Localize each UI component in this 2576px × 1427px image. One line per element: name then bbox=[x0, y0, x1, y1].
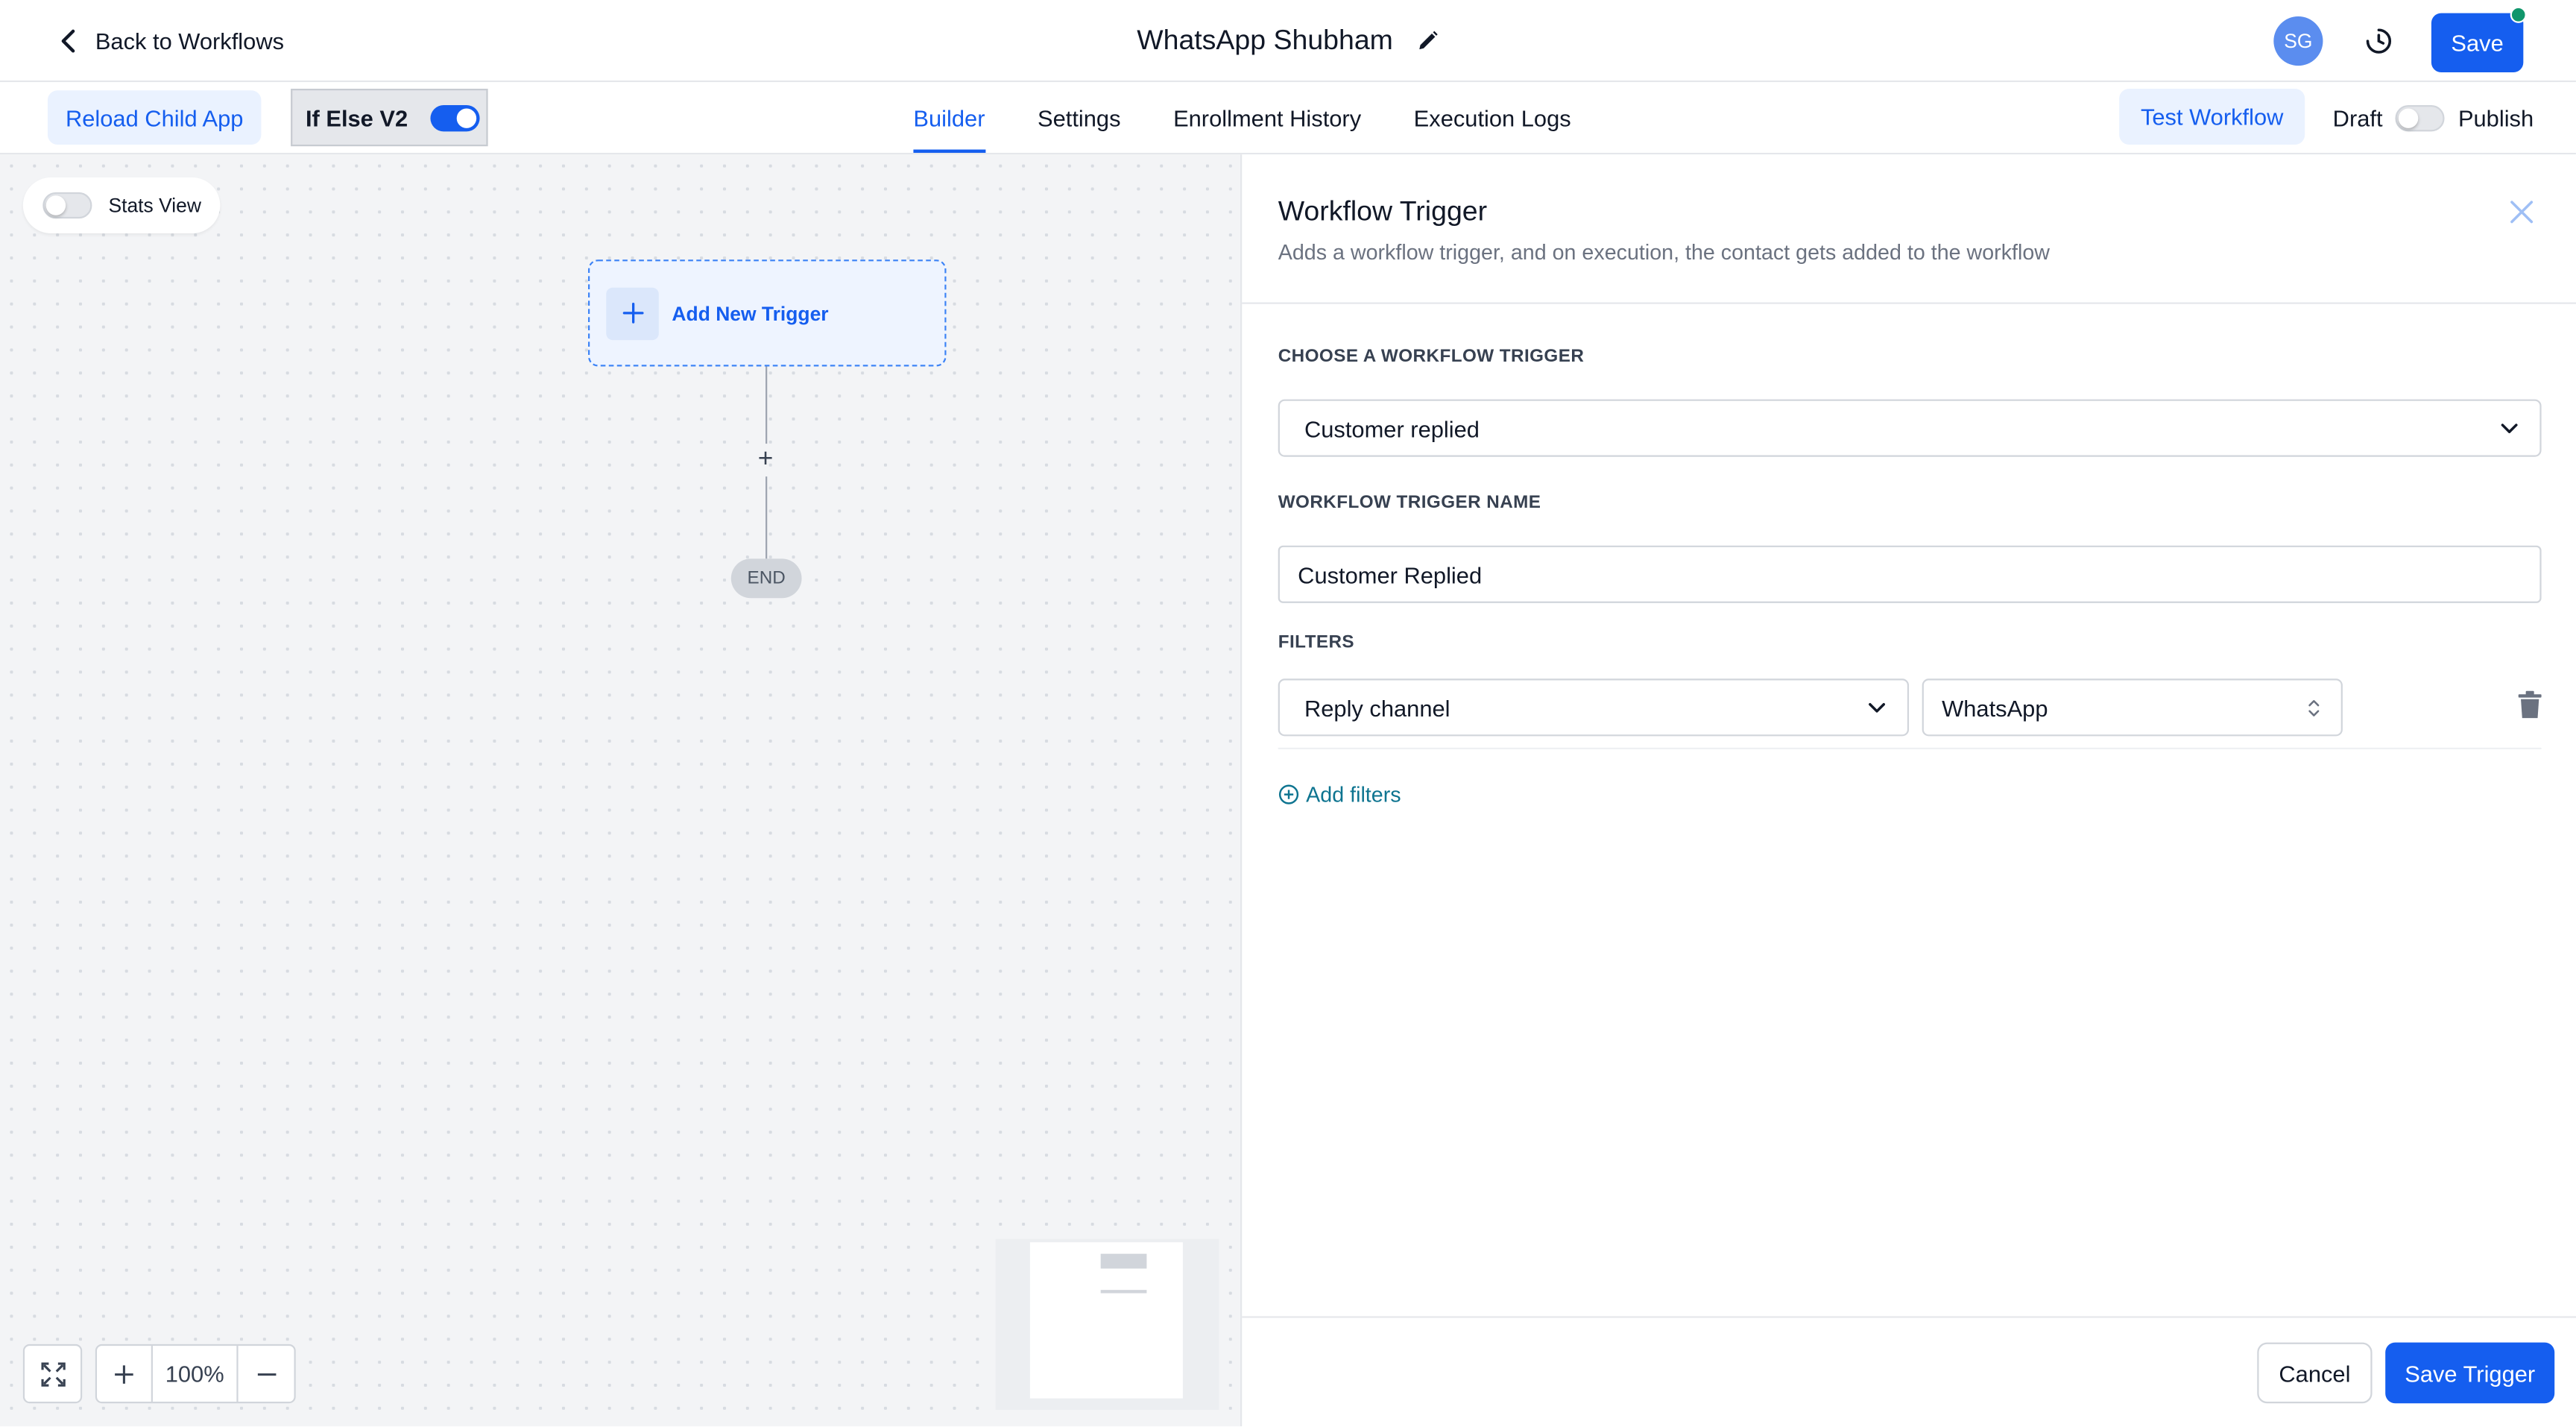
panel-footer: Cancel Save Trigger bbox=[1242, 1316, 2576, 1426]
end-node: END bbox=[730, 558, 802, 599]
add-filters-link[interactable]: Add filters bbox=[1278, 779, 1401, 809]
plus-icon bbox=[606, 286, 659, 340]
workflow-trigger-panel: Workflow Trigger Adds a workflow trigger… bbox=[1240, 154, 2576, 1427]
workflow-title-group: WhatsApp Shubham bbox=[0, 19, 2576, 62]
fit-view-icon bbox=[40, 1361, 65, 1386]
plus-icon bbox=[115, 1364, 133, 1383]
add-new-trigger-label: Add New Trigger bbox=[672, 301, 829, 325]
close-icon[interactable] bbox=[2507, 197, 2536, 227]
if-else-label: If Else V2 bbox=[305, 104, 408, 131]
filter-field-select[interactable]: Reply channel bbox=[1278, 678, 1910, 737]
history-icon[interactable] bbox=[2361, 23, 2396, 59]
add-new-trigger-card[interactable]: Add New Trigger bbox=[588, 259, 947, 367]
connector-line-bottom bbox=[765, 476, 768, 559]
zoom-in-button[interactable] bbox=[97, 1346, 153, 1402]
status-dot bbox=[2510, 6, 2527, 23]
add-step-button[interactable]: + bbox=[752, 445, 778, 473]
tab-enrollment-history[interactable]: Enrollment History bbox=[1173, 82, 1361, 154]
connector-line-top bbox=[765, 366, 768, 444]
filter-value-select[interactable]: WhatsApp bbox=[1922, 678, 2343, 737]
avatar-initials: SG bbox=[2284, 29, 2313, 53]
filter-row: Reply channel WhatsApp bbox=[1278, 667, 2543, 750]
trigger-section-label: CHOOSE A WORKFLOW TRIGGER bbox=[1278, 347, 1585, 367]
trigger-name-label: WORKFLOW TRIGGER NAME bbox=[1278, 493, 1541, 513]
top-header: Back to Workflows WhatsApp Shubham SG Sa… bbox=[0, 0, 2576, 83]
minimap-end-node bbox=[1100, 1290, 1147, 1294]
test-workflow-button[interactable]: Test Workflow bbox=[2119, 89, 2305, 145]
panel-title: Workflow Trigger bbox=[1278, 195, 1488, 227]
trash-icon[interactable] bbox=[2517, 690, 2543, 720]
minimap-viewport bbox=[1029, 1242, 1183, 1399]
tab-builder[interactable]: Builder bbox=[913, 82, 985, 154]
publish-toggle[interactable] bbox=[2396, 105, 2446, 132]
main-tabs: Builder Settings Enrollment History Exec… bbox=[913, 82, 1571, 154]
avatar[interactable]: SG bbox=[2273, 16, 2323, 66]
save-button[interactable]: Save bbox=[2431, 13, 2524, 72]
publish-label: Publish bbox=[2457, 105, 2534, 132]
stats-view-label: Stats View bbox=[108, 194, 201, 217]
zoom-level: 100% bbox=[153, 1346, 239, 1402]
tab-execution-logs[interactable]: Execution Logs bbox=[1414, 82, 1571, 154]
minus-icon bbox=[256, 1373, 276, 1376]
cancel-button[interactable]: Cancel bbox=[2257, 1342, 2373, 1404]
if-else-toggle[interactable] bbox=[431, 104, 481, 131]
panel-subtitle: Adds a workflow trigger, and on executio… bbox=[1278, 239, 2051, 265]
filter-field-value: Reply channel bbox=[1304, 694, 1450, 721]
trigger-select-value: Customer replied bbox=[1304, 415, 1480, 441]
stats-view-toggle[interactable] bbox=[42, 192, 92, 219]
filters-label: FILTERS bbox=[1278, 632, 1355, 652]
pencil-icon[interactable] bbox=[1416, 30, 1439, 53]
filter-value: WhatsApp bbox=[1942, 694, 2048, 721]
chevron-down-icon bbox=[2501, 423, 2518, 433]
zoom-controls: 100% bbox=[22, 1343, 296, 1404]
stats-view-switch: Stats View bbox=[22, 177, 221, 233]
trigger-name-input[interactable]: Customer Replied bbox=[1278, 545, 2542, 603]
trigger-select[interactable]: Customer replied bbox=[1278, 399, 2542, 457]
sort-arrows-icon bbox=[2308, 699, 2320, 716]
minimap-trigger-node bbox=[1100, 1253, 1147, 1269]
draft-label: Draft bbox=[2332, 105, 2383, 132]
plus-circle-icon bbox=[1278, 784, 1299, 804]
workflow-toolbar: Reload Child App If Else V2 Builder Sett… bbox=[0, 82, 2576, 155]
builder-canvas[interactable]: Stats View Add New Trigger + END 100% bbox=[0, 154, 1241, 1427]
zoom-box: 100% bbox=[95, 1343, 296, 1404]
if-else-v2-toggle-box: If Else V2 bbox=[291, 89, 488, 147]
draft-publish-switch: Draft Publish bbox=[2333, 102, 2534, 135]
zoom-out-button[interactable] bbox=[239, 1346, 294, 1402]
panel-header: Workflow Trigger Adds a workflow trigger… bbox=[1242, 154, 2576, 304]
add-filters-label: Add filters bbox=[1306, 781, 1401, 807]
minimap[interactable] bbox=[995, 1238, 1219, 1411]
chevron-down-icon bbox=[1869, 702, 1886, 713]
save-trigger-button[interactable]: Save Trigger bbox=[2385, 1342, 2555, 1404]
tab-settings[interactable]: Settings bbox=[1038, 82, 1121, 154]
workflow-title: WhatsApp Shubham bbox=[1137, 25, 1393, 56]
reload-child-app-button[interactable]: Reload Child App bbox=[47, 90, 262, 145]
fit-view-button[interactable] bbox=[22, 1343, 83, 1404]
